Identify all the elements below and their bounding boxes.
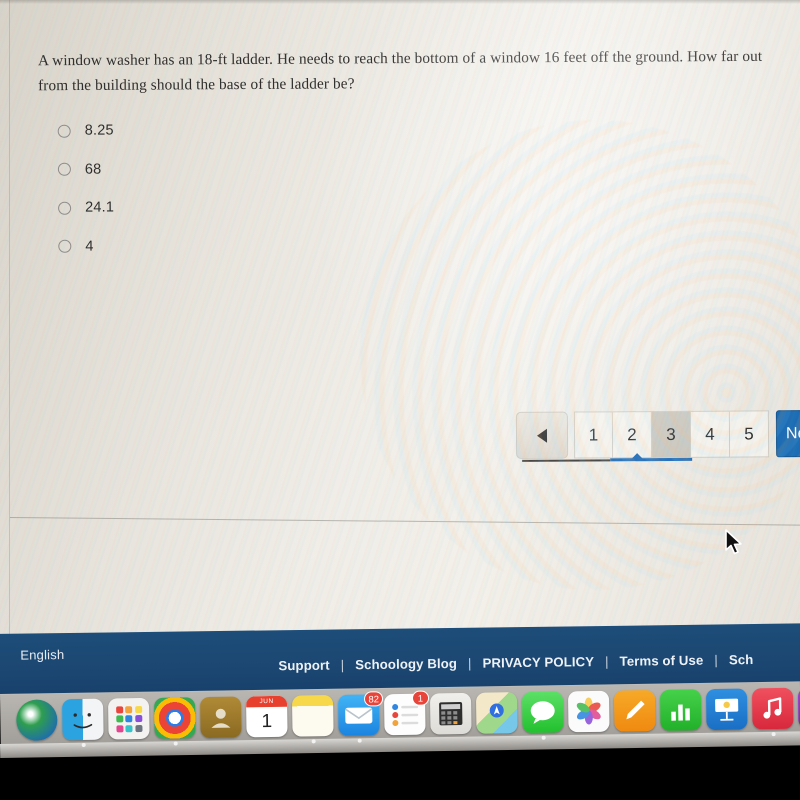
maps-icon <box>475 692 518 734</box>
keynote-icon <box>705 688 748 731</box>
launchpad-icon <box>107 697 150 740</box>
dock-item-launchpad[interactable] <box>107 697 150 740</box>
screenshot-root: A window washer has an 18-ft ladder. He … <box>0 0 800 800</box>
calculator-icon <box>429 692 472 735</box>
pagination-active-underline <box>610 457 693 462</box>
laptop-screen: A window washer has an 18-ft ladder. He … <box>0 0 800 700</box>
pagination-active-caret-icon <box>631 453 644 460</box>
answer-option[interactable]: 68 <box>57 149 358 189</box>
dock-item-calendar[interactable]: JUN 1 <box>245 695 288 738</box>
footer-language-selector[interactable]: English <box>20 647 64 663</box>
footer-separator: | <box>604 653 609 669</box>
pagination-page-label: 1 <box>588 424 599 444</box>
messages-icon <box>521 691 564 734</box>
pagination-page-5[interactable]: 5 <box>729 410 770 458</box>
dock-running-indicator <box>771 732 776 737</box>
radio-button-icon[interactable] <box>57 162 71 177</box>
calendar-month-label: JUN <box>245 695 288 708</box>
dock-item-finder[interactable] <box>61 698 104 747</box>
dock-item-notes[interactable] <box>291 695 334 744</box>
pagination-page-2[interactable]: 2 <box>612 411 653 459</box>
screen-left-edge <box>9 0 10 640</box>
content-divider <box>9 517 800 526</box>
pagination-page-1[interactable]: 1 <box>573 411 614 459</box>
finder-icon <box>61 698 104 741</box>
pagination-page-label: 3 <box>666 424 676 444</box>
app-generic-icon <box>16 699 58 741</box>
pagination-page-label: 4 <box>705 424 715 444</box>
footer-separator: | <box>714 652 719 668</box>
footer-link-schoology-blog[interactable]: Schoology Blog <box>355 656 457 672</box>
numbers-icon <box>659 689 702 731</box>
pagination: 1 2 3 4 5 Next <box>515 410 800 462</box>
dock-item-maps[interactable] <box>475 692 518 734</box>
answer-option-label: 4 <box>85 238 94 255</box>
calendar-day-label: 1 <box>261 710 273 733</box>
contacts-icon <box>199 696 242 739</box>
answer-options-list: 8.25 68 24.1 4 <box>57 110 359 266</box>
dock-item-messages[interactable] <box>521 691 564 740</box>
dock-item-music[interactable] <box>751 687 794 737</box>
radio-button-icon[interactable] <box>57 124 71 138</box>
radio-button-icon[interactable] <box>58 201 72 215</box>
pagination-progress-track <box>522 458 611 462</box>
footer-link-terms-of-use[interactable]: Terms of Use <box>620 653 704 669</box>
pagination-page-list: 1 2 3 4 5 <box>522 410 770 462</box>
screen-top-edge <box>0 0 800 4</box>
notes-icon <box>291 695 334 737</box>
radio-button-icon[interactable] <box>58 239 72 254</box>
dock-item-keynote[interactable] <box>705 688 748 731</box>
footer-separator: | <box>340 657 345 673</box>
dock-item-numbers[interactable] <box>659 689 702 731</box>
dock-running-indicator <box>81 742 86 747</box>
dock-item-chrome[interactable] <box>153 697 196 746</box>
chrome-icon <box>153 697 196 739</box>
pagination-page-4[interactable]: 4 <box>690 410 731 458</box>
dock-item-mail[interactable]: 82 <box>337 691 384 743</box>
answer-option-label: 68 <box>84 161 102 178</box>
answer-option[interactable]: 8.25 <box>57 110 358 150</box>
dock-item-reminders[interactable]: 1 <box>383 690 430 736</box>
footer-separator: | <box>467 655 472 671</box>
dock-item-photos[interactable] <box>567 690 610 733</box>
screen-moire-rings <box>360 120 800 590</box>
footer-link-privacy-policy[interactable]: PRIVACY POLICY <box>482 654 594 670</box>
answer-option-label: 8.25 <box>84 122 114 139</box>
calendar-icon: JUN 1 <box>245 695 288 738</box>
question-text: A window washer has an 18-ft ladder. He … <box>37 47 763 95</box>
dock-running-indicator <box>357 738 362 743</box>
photos-icon <box>567 690 610 733</box>
pagination-page-label: 2 <box>627 424 637 444</box>
answer-option[interactable]: 4 <box>58 226 358 266</box>
footer-link-truncated[interactable]: Sch <box>729 652 754 667</box>
pagination-next-label: Next <box>785 424 800 442</box>
footer-link-support[interactable]: Support <box>278 658 329 674</box>
mouse-cursor-icon <box>724 529 744 557</box>
music-icon <box>751 687 794 730</box>
pagination-page-3-active[interactable]: 3 <box>651 410 692 459</box>
dock-running-indicator <box>173 741 178 746</box>
dock-item-contacts[interactable] <box>199 696 242 739</box>
reminders-badge-count: 1 <box>411 690 430 706</box>
dock-running-indicator <box>311 739 316 744</box>
arrow-left-icon <box>536 428 548 443</box>
pages-icon <box>613 689 656 732</box>
dock-item-app-partial[interactable] <box>16 699 58 741</box>
screen-moire-texture <box>0 0 800 700</box>
dock-running-indicator <box>541 735 546 740</box>
answer-option[interactable]: 24.1 <box>58 187 358 227</box>
dock-item-calculator[interactable] <box>429 692 472 735</box>
answer-option-label: 24.1 <box>85 199 115 216</box>
pagination-next-button[interactable]: Next <box>775 410 800 458</box>
pagination-previous-button[interactable] <box>515 411 569 459</box>
mail-badge-count: 82 <box>364 691 384 707</box>
dock-item-pages[interactable] <box>613 689 656 732</box>
pagination-page-label: 5 <box>744 423 754 444</box>
footer-link-list: Support | Schoology Blog | PRIVACY POLIC… <box>278 652 753 673</box>
